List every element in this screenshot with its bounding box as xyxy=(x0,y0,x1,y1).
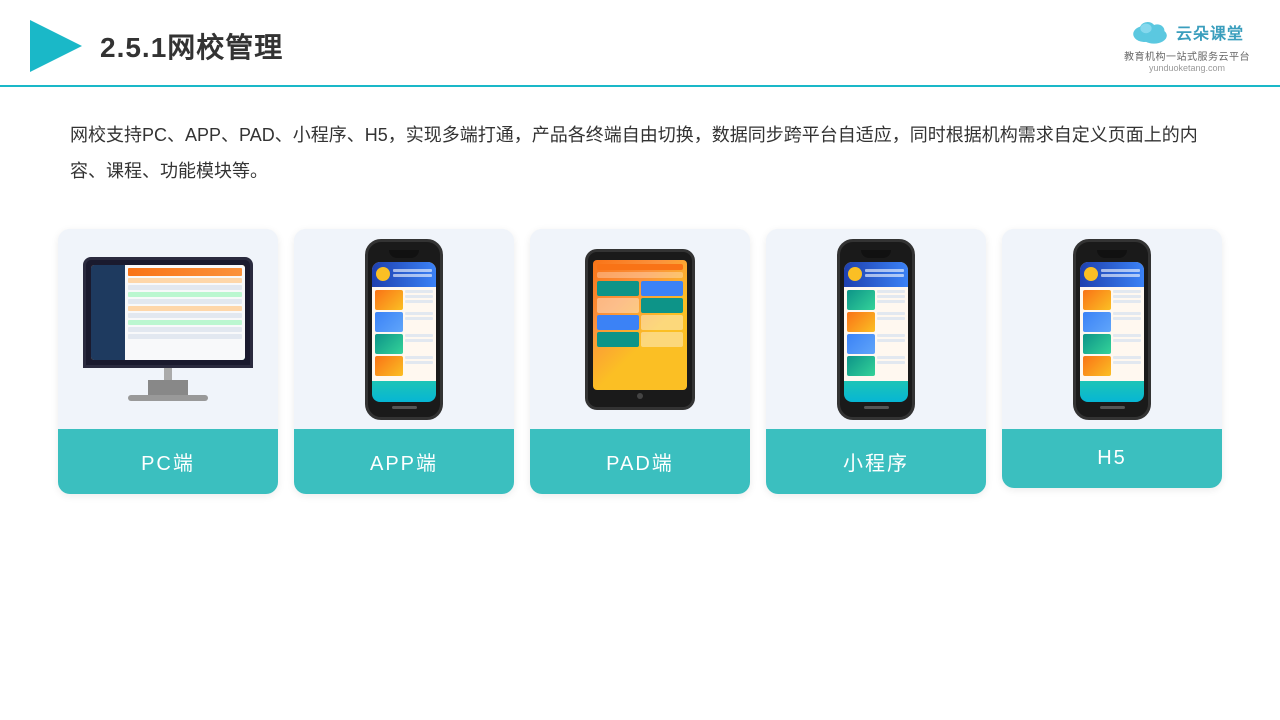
header-left: 2.5.1网校管理 xyxy=(30,20,283,72)
logo-area: 云朵课堂 教育机构一站式服务云平台 yunduoketang.com xyxy=(1124,18,1250,73)
pad-tablet-mockup xyxy=(585,249,695,410)
card-app-image xyxy=(294,229,514,429)
card-h5-image xyxy=(1002,229,1222,429)
card-pc-label: PC端 xyxy=(58,429,278,494)
play-icon xyxy=(30,20,82,72)
card-pad-image xyxy=(530,229,750,429)
card-miniprogram-label: 小程序 xyxy=(766,429,986,494)
cloud-icon xyxy=(1130,18,1170,46)
logo-tagline: 教育机构一站式服务云平台 xyxy=(1124,48,1250,63)
description-content: 网校支持PC、APP、PAD、小程序、H5，实现多端打通，产品各终端自由切换，数… xyxy=(70,125,1198,181)
page-title: 2.5.1网校管理 xyxy=(100,26,283,66)
card-h5: H5 xyxy=(1002,229,1222,488)
pc-mockup xyxy=(83,257,253,401)
app-phone-mockup xyxy=(365,239,443,420)
miniprogram-phone-mockup xyxy=(837,239,915,420)
card-pc-image xyxy=(58,229,278,429)
card-pc: PC端 xyxy=(58,229,278,494)
card-miniprogram-image xyxy=(766,229,986,429)
card-pad-label: PAD端 xyxy=(530,429,750,494)
logo-name: 云朵课堂 xyxy=(1176,20,1244,44)
h5-phone-mockup xyxy=(1073,239,1151,420)
logo-url: yunduoketang.com xyxy=(1149,63,1225,73)
logo-cloud: 云朵课堂 xyxy=(1130,18,1244,46)
card-pad: PAD端 xyxy=(530,229,750,494)
header: 2.5.1网校管理 云朵课堂 教育机构一站式服务云平台 yunduoketang… xyxy=(0,0,1280,87)
card-h5-label: H5 xyxy=(1002,429,1222,488)
card-app-label: APP端 xyxy=(294,429,514,494)
card-miniprogram: 小程序 xyxy=(766,229,986,494)
cards-container: PC端 xyxy=(0,219,1280,524)
description-text: 网校支持PC、APP、PAD、小程序、H5，实现多端打通，产品各终端自由切换，数… xyxy=(0,87,1280,209)
card-app: APP端 xyxy=(294,229,514,494)
